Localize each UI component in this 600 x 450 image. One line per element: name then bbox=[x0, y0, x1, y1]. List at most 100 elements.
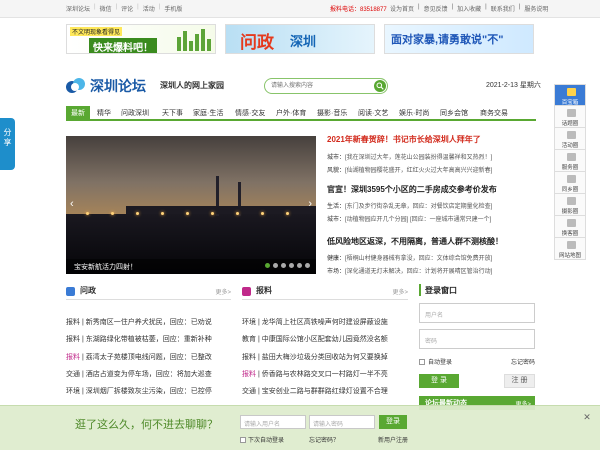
set-homepage-link[interactable]: 设为首页 bbox=[390, 4, 414, 13]
baoliao-title[interactable]: 报料 bbox=[256, 285, 272, 296]
login-button[interactable]: 登 录 bbox=[419, 374, 459, 388]
wenzheng-title[interactable]: 问政 bbox=[80, 285, 96, 296]
banner-domestic-violence-text: 面对家暴,请勇敢说"不" bbox=[391, 34, 504, 46]
list-item[interactable]: 报料 | 东湖路绿化带植被枯萎，回应：重新补种 bbox=[66, 334, 231, 351]
nav-item-outdoor[interactable]: 户外·体育 bbox=[276, 108, 306, 118]
top-link-comments[interactable]: 评论 bbox=[121, 4, 133, 13]
nav-item-entertainment[interactable]: 娱乐·时尚 bbox=[399, 108, 429, 118]
sidebar-item-exchange[interactable]: 换客圈 bbox=[554, 216, 586, 238]
baoliao-more-link[interactable]: 更多> bbox=[392, 287, 408, 296]
bottom-password-field[interactable]: 请输入密码 bbox=[309, 415, 375, 429]
bottom-forgot-password-link[interactable]: 忘记密码？ bbox=[309, 435, 339, 444]
forgot-password-link[interactable]: 忘记密码 bbox=[511, 357, 535, 366]
top-link-mobile[interactable]: 手机版 bbox=[164, 4, 182, 13]
image-slider[interactable]: ‹ › 宝安新航活力四射！ bbox=[66, 136, 316, 274]
nav-item-wenzheng[interactable]: 问政深圳 bbox=[121, 108, 149, 118]
banner-domestic-violence[interactable]: 面对家暴,请勇敢说"不" bbox=[384, 24, 534, 54]
list-item[interactable]: 报料 | 荔湾太子苑楼顶电线问题，回应：已整改 bbox=[66, 352, 231, 369]
headline-1[interactable]: 2021年新春贺辞！书记市长给深圳人拜年了 bbox=[327, 134, 481, 145]
news-line[interactable]: 生活：[东门及步行街杂乱无章，回应：对餐饮店定期量化检查] bbox=[327, 201, 492, 210]
bottom-login-button[interactable]: 登录 bbox=[379, 415, 407, 429]
top-link-wechat[interactable]: 微信 bbox=[100, 4, 112, 13]
headline-2[interactable]: 官宣！深圳3595个小区的二手房成交参考价发布 bbox=[327, 184, 497, 195]
nav-item-photo[interactable]: 摄影·音乐 bbox=[317, 108, 347, 118]
sidebar-item-sitemap[interactable]: 网站地图 bbox=[554, 238, 586, 260]
news-line[interactable]: 市场：[深化通道无灯未解决，回应：计划将开展晴区管治行动] bbox=[327, 266, 492, 275]
nav-item-family[interactable]: 家庭·生活 bbox=[193, 108, 223, 118]
site-logo[interactable]: 深圳论坛 bbox=[66, 76, 146, 96]
password-field[interactable]: 密码 bbox=[419, 329, 535, 349]
slider-caption-bar: 宝安新航活力四射！ bbox=[66, 259, 316, 274]
search-button[interactable] bbox=[374, 80, 386, 92]
contact-link[interactable]: 联系我们 bbox=[491, 4, 515, 13]
feedback-link[interactable]: 意见反馈 bbox=[424, 4, 448, 13]
headline-3[interactable]: 低风险地区返深，不用隔离，普通人群不测核酸！ bbox=[327, 236, 503, 247]
username-field[interactable]: 用户名 bbox=[419, 303, 535, 323]
nav-item-business[interactable]: 商务交易 bbox=[480, 108, 508, 118]
separator: | bbox=[418, 4, 420, 10]
service-link[interactable]: 服务说明 bbox=[524, 4, 548, 13]
separator: | bbox=[485, 4, 487, 10]
bottom-username-field[interactable]: 请输入用户名 bbox=[240, 415, 306, 429]
bridge-lights bbox=[66, 212, 316, 216]
sidebar-item-photo[interactable]: 摄影圈 bbox=[554, 194, 586, 216]
slider-dot[interactable] bbox=[289, 263, 294, 268]
separator: | bbox=[137, 4, 139, 10]
slider-dot[interactable] bbox=[297, 263, 302, 268]
news-line[interactable]: 城市：[我在深圳过大年，莲花山公园装扮得温馨祥和又热烈！] bbox=[327, 152, 492, 161]
news-line[interactable]: 健康：[梧桐山村健身器械有拿没，回应：文体综合馆免费开放] bbox=[327, 253, 492, 262]
slider-dot[interactable] bbox=[305, 263, 310, 268]
wenzheng-section-header: 问政 更多> bbox=[66, 284, 231, 300]
banner-report[interactable]: 不文明现象看得见 快来爆料吧！ bbox=[66, 24, 216, 54]
sidebar-item-treasure[interactable]: 百宝箱 bbox=[554, 84, 586, 106]
nav-item-latest[interactable]: 最新 bbox=[66, 106, 90, 120]
sidebar-item-hometown[interactable]: 同乡圈 bbox=[554, 172, 586, 194]
slider-caption[interactable]: 宝安新航活力四射！ bbox=[74, 262, 137, 272]
treasure-icon bbox=[567, 88, 576, 96]
nav-item-reading[interactable]: 阅读·文艺 bbox=[358, 108, 388, 118]
top-links: 深圳论坛 | 微信 | 评论 | 活动 | 手机版 bbox=[66, 4, 182, 13]
bottom-register-link[interactable]: 新用户注册 bbox=[378, 435, 408, 444]
sidebar-item-events[interactable]: 活动圈 bbox=[554, 128, 586, 150]
password-placeholder: 密码 bbox=[425, 339, 438, 345]
separator: | bbox=[158, 4, 161, 10]
top-link-home[interactable]: 深圳论坛 bbox=[66, 4, 90, 13]
slider-dot[interactable] bbox=[281, 263, 286, 268]
wenzheng-more-link[interactable]: 更多> bbox=[215, 287, 231, 296]
top-link-events[interactable]: 活动 bbox=[143, 4, 155, 13]
list-item[interactable]: 交通 | 酒店占道变为停车场，回应：将加大巡查 bbox=[66, 369, 231, 386]
bottom-auto-login-checkbox[interactable]: 下次自动登录 bbox=[240, 435, 284, 444]
nav-item-world[interactable]: 天下事 bbox=[162, 108, 183, 118]
nav-item-featured[interactable]: 精华 bbox=[97, 108, 111, 118]
register-button[interactable]: 注 册 bbox=[504, 374, 535, 388]
slider-dot[interactable] bbox=[265, 263, 270, 268]
auto-login-checkbox[interactable]: 自动登录 bbox=[419, 357, 452, 366]
slider-prev-arrow[interactable]: ‹ bbox=[70, 198, 74, 210]
banner-report-small-text: 不文明现象看得见 bbox=[70, 27, 123, 36]
list-item[interactable]: 报料 | 侨香路与农林路交叉口一村路灯一半不亮 bbox=[242, 369, 408, 386]
nav-item-emotion[interactable]: 情感·交友 bbox=[235, 108, 265, 118]
list-item[interactable]: 报料 | 新秀南区一住户养犬扰民，回应：已劝说 bbox=[66, 317, 231, 334]
sidebar-item-topics[interactable]: 话题圈 bbox=[554, 106, 586, 128]
topics-icon bbox=[567, 109, 576, 117]
close-icon[interactable]: ✕ bbox=[582, 412, 592, 422]
banner-wenzheng-text-a: 问政 bbox=[240, 33, 274, 52]
search-input[interactable] bbox=[271, 80, 367, 92]
nav-item-hometown[interactable]: 同乡会馆 bbox=[440, 108, 468, 118]
search-icon bbox=[376, 82, 384, 90]
list-item[interactable]: 环境 | 龙华简上社区高铁噪声何时建设屏蔽设施 bbox=[242, 317, 408, 334]
list-item[interactable]: 环境 | 深圳烟厂拆楼致灰尘污染，回应：已控停 bbox=[66, 386, 231, 403]
news-line[interactable]: 城市：[动植物园应开几个分园] [回应：一座城市通常只建一个] bbox=[327, 214, 491, 223]
favorite-link[interactable]: 加入收藏 bbox=[457, 4, 481, 13]
slider-dot[interactable] bbox=[273, 263, 278, 268]
news-line[interactable]: 风貌：[仙湖植物园樱花盛开，红红火火过大年高高兴兴迎新春] bbox=[327, 165, 492, 174]
username-placeholder: 用户名 bbox=[425, 313, 444, 319]
sidebar-item-label: 百宝箱 bbox=[561, 100, 579, 106]
sidebar-item-service[interactable]: 服务圈 bbox=[554, 150, 586, 172]
list-item[interactable]: 报料 | 盐田大梅沙垃圾分类回收站为何又要换掉 bbox=[242, 352, 408, 369]
list-item[interactable]: 教育 | 中康国际公馆小区配套幼儿园竟然没名额 bbox=[242, 334, 408, 351]
share-button[interactable]: 分享 bbox=[0, 118, 15, 170]
list-item[interactable]: 交通 | 宝安创业二路与群群路红绿灯设置不合理 bbox=[242, 386, 408, 403]
slider-next-arrow[interactable]: › bbox=[308, 198, 312, 210]
banner-wenzheng[interactable]: 问政 深圳 bbox=[225, 24, 375, 54]
